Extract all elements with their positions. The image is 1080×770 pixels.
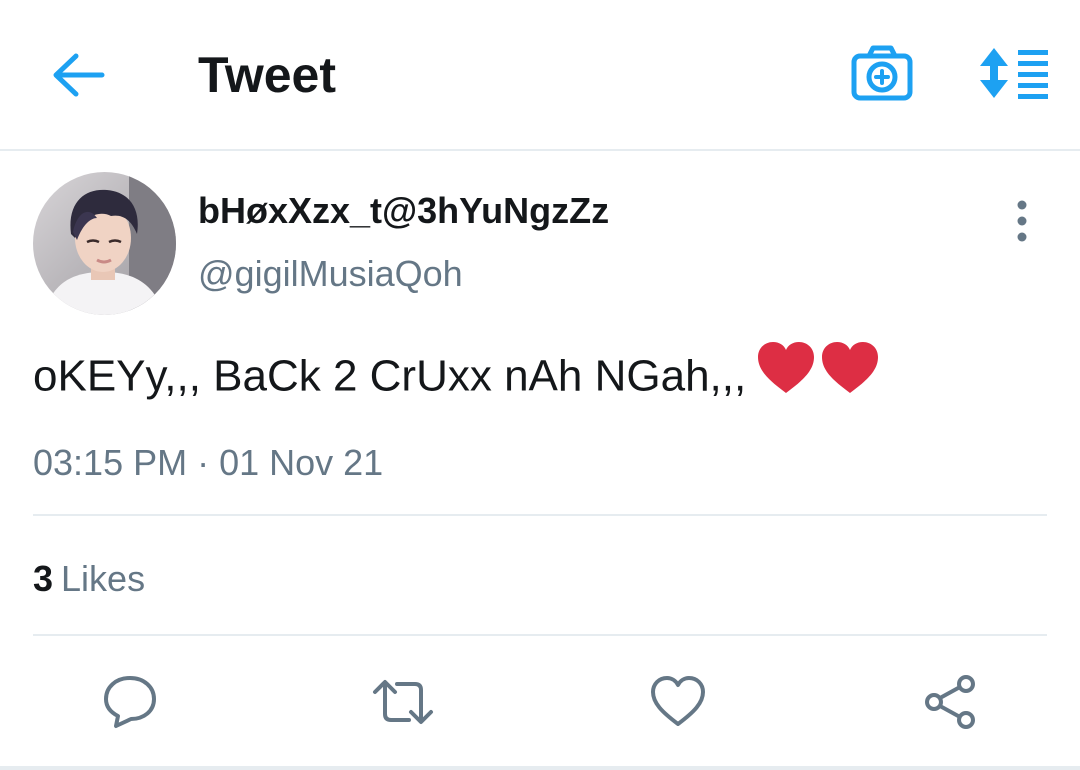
divider (33, 514, 1047, 516)
retweet-icon (373, 680, 433, 724)
avatar[interactable] (33, 172, 176, 315)
arrow-left-icon (53, 53, 105, 97)
share-button[interactable] (922, 674, 978, 730)
author-handle[interactable]: @gigilMusiaQoh (198, 253, 463, 295)
camera-add-icon (851, 45, 913, 101)
top-app-bar: Tweet (0, 0, 1080, 151)
divider (33, 634, 1047, 636)
tweet-text: oKEYy,,, BaCk 2 CrUxx nAh NGah,,, (33, 342, 880, 413)
heart-icon (651, 676, 705, 726)
more-vertical-icon (1017, 200, 1027, 242)
reply-button[interactable] (102, 674, 158, 730)
tweet-timestamp: 03:15 PM · 01 Nov 21 (33, 442, 384, 483)
hearts-emoji (756, 341, 880, 409)
tweet-detail-screen: Tweet bHøxXzx_t@3hYuNgzZz @gigilMusiaQoh… (0, 0, 1080, 770)
likes-summary[interactable]: 3 Likes (33, 557, 145, 601)
avatar-photo (33, 172, 176, 315)
likes-count: 3 (33, 558, 54, 599)
back-button[interactable] (50, 50, 106, 100)
sort-list-icon (980, 48, 1048, 99)
retweet-button[interactable] (371, 674, 435, 730)
heart-emoji-icon (758, 342, 879, 393)
more-options-button[interactable] (1002, 198, 1042, 244)
tweet-text-body: oKEYy,,, BaCk 2 CrUxx nAh NGah,,, (33, 351, 747, 401)
reply-icon (104, 676, 156, 728)
likes-label: Likes (61, 558, 146, 599)
camera-button[interactable] (851, 44, 913, 102)
author-display-name[interactable]: bHøxXzx_t@3hYuNgzZz (198, 190, 609, 232)
bottom-divider (0, 766, 1080, 770)
share-icon (925, 675, 975, 729)
sort-button[interactable] (978, 46, 1050, 100)
page-title: Tweet (198, 47, 336, 103)
like-button[interactable] (650, 674, 706, 730)
